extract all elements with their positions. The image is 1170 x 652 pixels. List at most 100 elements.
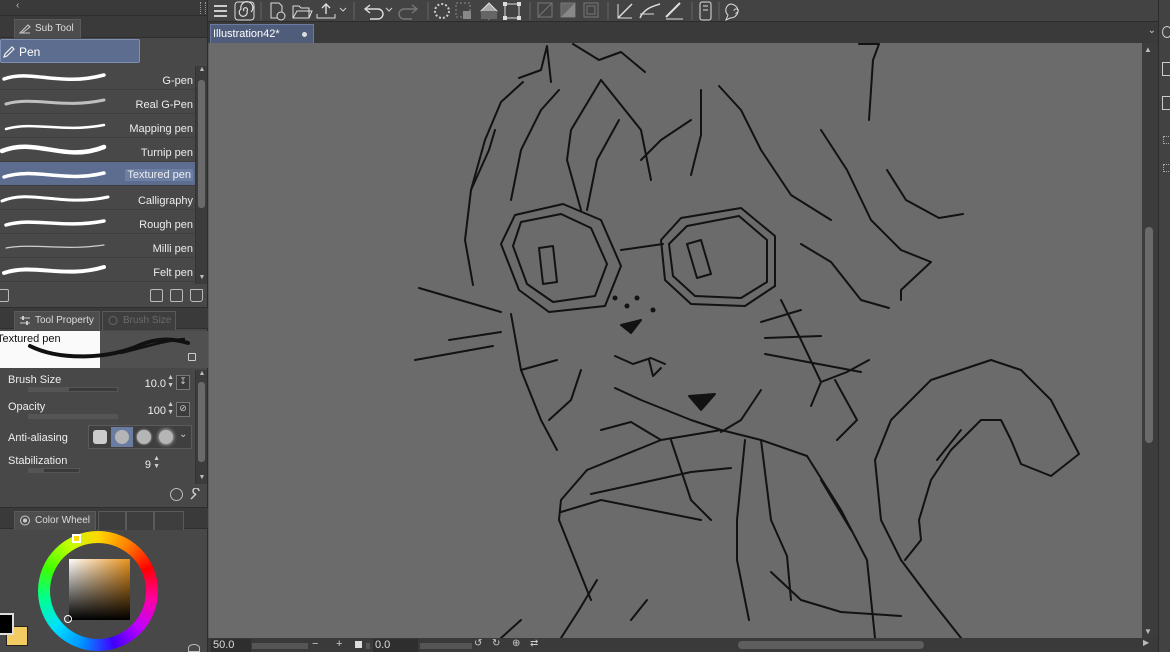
fill-icon[interactable] bbox=[480, 2, 498, 20]
stabilization-value[interactable]: 9 bbox=[145, 459, 151, 471]
rotate-right-icon[interactable]: ↻ bbox=[492, 638, 500, 649]
zoom-input[interactable]: 50.0 bbox=[211, 639, 251, 652]
brush-item[interactable]: Felt pen bbox=[0, 258, 195, 282]
tab-approximate-color[interactable] bbox=[154, 511, 184, 530]
layer-icon[interactable] bbox=[1162, 26, 1170, 38]
pen-tool-icon[interactable] bbox=[617, 3, 633, 19]
option2-icon[interactable] bbox=[1163, 164, 1170, 172]
property-scrollbar[interactable]: ▲ ▼ bbox=[195, 370, 207, 484]
new-file-icon[interactable] bbox=[270, 2, 286, 21]
tab-menu-chevron-icon[interactable]: ⌄ bbox=[1148, 25, 1156, 36]
rotation-slider[interactable] bbox=[420, 643, 472, 649]
help-icon[interactable]: ? bbox=[725, 3, 739, 22]
close-tab-icon[interactable] bbox=[302, 32, 307, 37]
undo-icon[interactable] bbox=[363, 4, 393, 20]
spiral-logo-icon[interactable] bbox=[234, 1, 255, 21]
import-icon[interactable] bbox=[150, 289, 163, 302]
flip-icon[interactable]: ⇄ bbox=[530, 638, 538, 649]
aa-dropdown-icon[interactable]: ⌄ bbox=[179, 429, 187, 440]
canvas-vertical-scrollbar[interactable]: ▲ ▼ bbox=[1142, 43, 1158, 638]
brush-item[interactable]: Rough pen bbox=[0, 210, 195, 234]
copy-icon[interactable] bbox=[0, 289, 9, 302]
aa-medium-icon[interactable] bbox=[133, 427, 155, 447]
reset-icon[interactable] bbox=[170, 488, 183, 501]
prop-scroll-up-icon[interactable]: ▲ bbox=[196, 370, 208, 380]
subtool-group-pen[interactable]: Pen bbox=[0, 39, 140, 63]
zoom-slider[interactable] bbox=[252, 643, 308, 649]
color-settings-icon[interactable] bbox=[188, 644, 200, 652]
stabilization-slider[interactable] bbox=[28, 468, 80, 473]
export-icon[interactable] bbox=[316, 3, 347, 19]
canvas-scroll-up-icon[interactable]: ▲ bbox=[1144, 45, 1152, 54]
brush-size-spinner-icon[interactable]: ▲ ▼ bbox=[167, 374, 174, 390]
panel-grip-icon[interactable] bbox=[200, 2, 206, 14]
brush-list-scrollbar[interactable]: ▲ ▼ bbox=[195, 66, 207, 284]
opacity-property[interactable]: Opacity 100 ▲ ▼ ⊘ bbox=[0, 397, 196, 424]
scroll-down-icon[interactable]: ▼ bbox=[196, 274, 208, 284]
navigator-icon[interactable] bbox=[1162, 62, 1170, 76]
aa-weak-icon[interactable] bbox=[111, 427, 133, 447]
tab-sub-tool[interactable]: Sub Tool bbox=[14, 19, 81, 38]
tab-illustration[interactable]: Illustration42* bbox=[210, 24, 314, 43]
aa-none-icon[interactable] bbox=[89, 427, 111, 447]
pressure-icon[interactable]: ↧ bbox=[176, 375, 190, 390]
curve-tool-icon[interactable] bbox=[639, 3, 661, 19]
tab-tool-property[interactable]: Tool Property bbox=[14, 311, 100, 330]
duplicate-icon[interactable] bbox=[170, 289, 183, 302]
canvas-hscroll-thumb[interactable] bbox=[738, 641, 924, 649]
brush-item[interactable]: Milli pen bbox=[0, 234, 195, 258]
brush-item[interactable]: Calligraphy bbox=[0, 186, 195, 210]
fit-icon[interactable] bbox=[355, 641, 362, 648]
brush-item[interactable]: Turnip pen bbox=[0, 138, 195, 162]
tab-color-set[interactable] bbox=[98, 511, 126, 530]
scroll-thumb[interactable] bbox=[198, 80, 205, 208]
rotation-slider-left[interactable] bbox=[366, 643, 370, 649]
aa-strong-icon[interactable] bbox=[155, 427, 177, 447]
prop-scroll-down-icon[interactable]: ▼ bbox=[196, 474, 208, 484]
redo-icon[interactable] bbox=[398, 4, 419, 20]
brush-size-slider[interactable] bbox=[28, 387, 118, 392]
clear-selection-icon[interactable] bbox=[455, 2, 471, 19]
no-pressure-icon[interactable]: ⊘ bbox=[176, 402, 190, 417]
layer-property-icon[interactable] bbox=[1162, 96, 1170, 110]
canvas-vscroll-thumb[interactable] bbox=[1145, 227, 1153, 443]
fill-layer-icon[interactable] bbox=[560, 2, 576, 18]
tab-color-wheel[interactable]: Color Wheel bbox=[14, 511, 96, 530]
reset-rotation-icon[interactable]: ⊕ bbox=[512, 638, 520, 649]
open-folder-icon[interactable] bbox=[292, 5, 313, 19]
hue-handle[interactable] bbox=[72, 534, 81, 543]
zoom-out-icon[interactable]: − bbox=[312, 638, 318, 650]
device-icon[interactable] bbox=[699, 1, 712, 21]
canvas-scroll-right-icon[interactable]: ▶ bbox=[1143, 638, 1149, 647]
pencil-tool-icon[interactable] bbox=[665, 2, 683, 20]
canvas-scroll-down-icon[interactable]: ▼ bbox=[1144, 627, 1152, 636]
option-icon[interactable] bbox=[1163, 136, 1170, 144]
stabilization-spinner-icon[interactable]: ▲ ▼ bbox=[153, 455, 160, 471]
prop-scroll-thumb[interactable] bbox=[198, 382, 205, 462]
border-icon[interactable] bbox=[583, 2, 599, 18]
main-color-swatch[interactable] bbox=[0, 613, 14, 635]
rotation-input[interactable]: 0.0 bbox=[373, 639, 418, 652]
brush-size-property[interactable]: Brush Size 10.0 ▲ ▼ ↧ bbox=[0, 370, 196, 397]
opacity-value[interactable]: 100 bbox=[148, 405, 166, 417]
collapse-arrow-icon[interactable]: ‹ bbox=[16, 0, 19, 11]
loading-icon[interactable] bbox=[434, 3, 450, 19]
rotate-left-icon[interactable]: ↺ bbox=[474, 638, 482, 649]
brush-item[interactable]: G-pen bbox=[0, 66, 195, 90]
brush-size-value[interactable]: 10.0 bbox=[145, 378, 166, 390]
saturation-value-square[interactable] bbox=[69, 559, 130, 620]
wrench-icon[interactable] bbox=[189, 487, 202, 501]
transform-icon[interactable] bbox=[503, 2, 521, 20]
clear-icon[interactable] bbox=[537, 2, 553, 18]
menu-icon[interactable] bbox=[214, 5, 227, 17]
color-picker-handle[interactable] bbox=[64, 615, 72, 623]
zoom-in-icon[interactable]: + bbox=[336, 638, 342, 650]
brush-item[interactable]: Textured pen bbox=[0, 162, 195, 186]
stabilization-property[interactable]: Stabilization 9 ▲ ▼ bbox=[0, 451, 196, 478]
scroll-up-icon[interactable]: ▲ bbox=[196, 66, 208, 76]
drawing-canvas[interactable] bbox=[208, 43, 1142, 638]
tab-intermediate-color[interactable] bbox=[126, 511, 154, 530]
opacity-spinner-icon[interactable]: ▲ ▼ bbox=[167, 401, 174, 417]
trash-icon[interactable] bbox=[190, 289, 203, 302]
tab-brush-size[interactable]: Brush Size bbox=[102, 311, 176, 330]
